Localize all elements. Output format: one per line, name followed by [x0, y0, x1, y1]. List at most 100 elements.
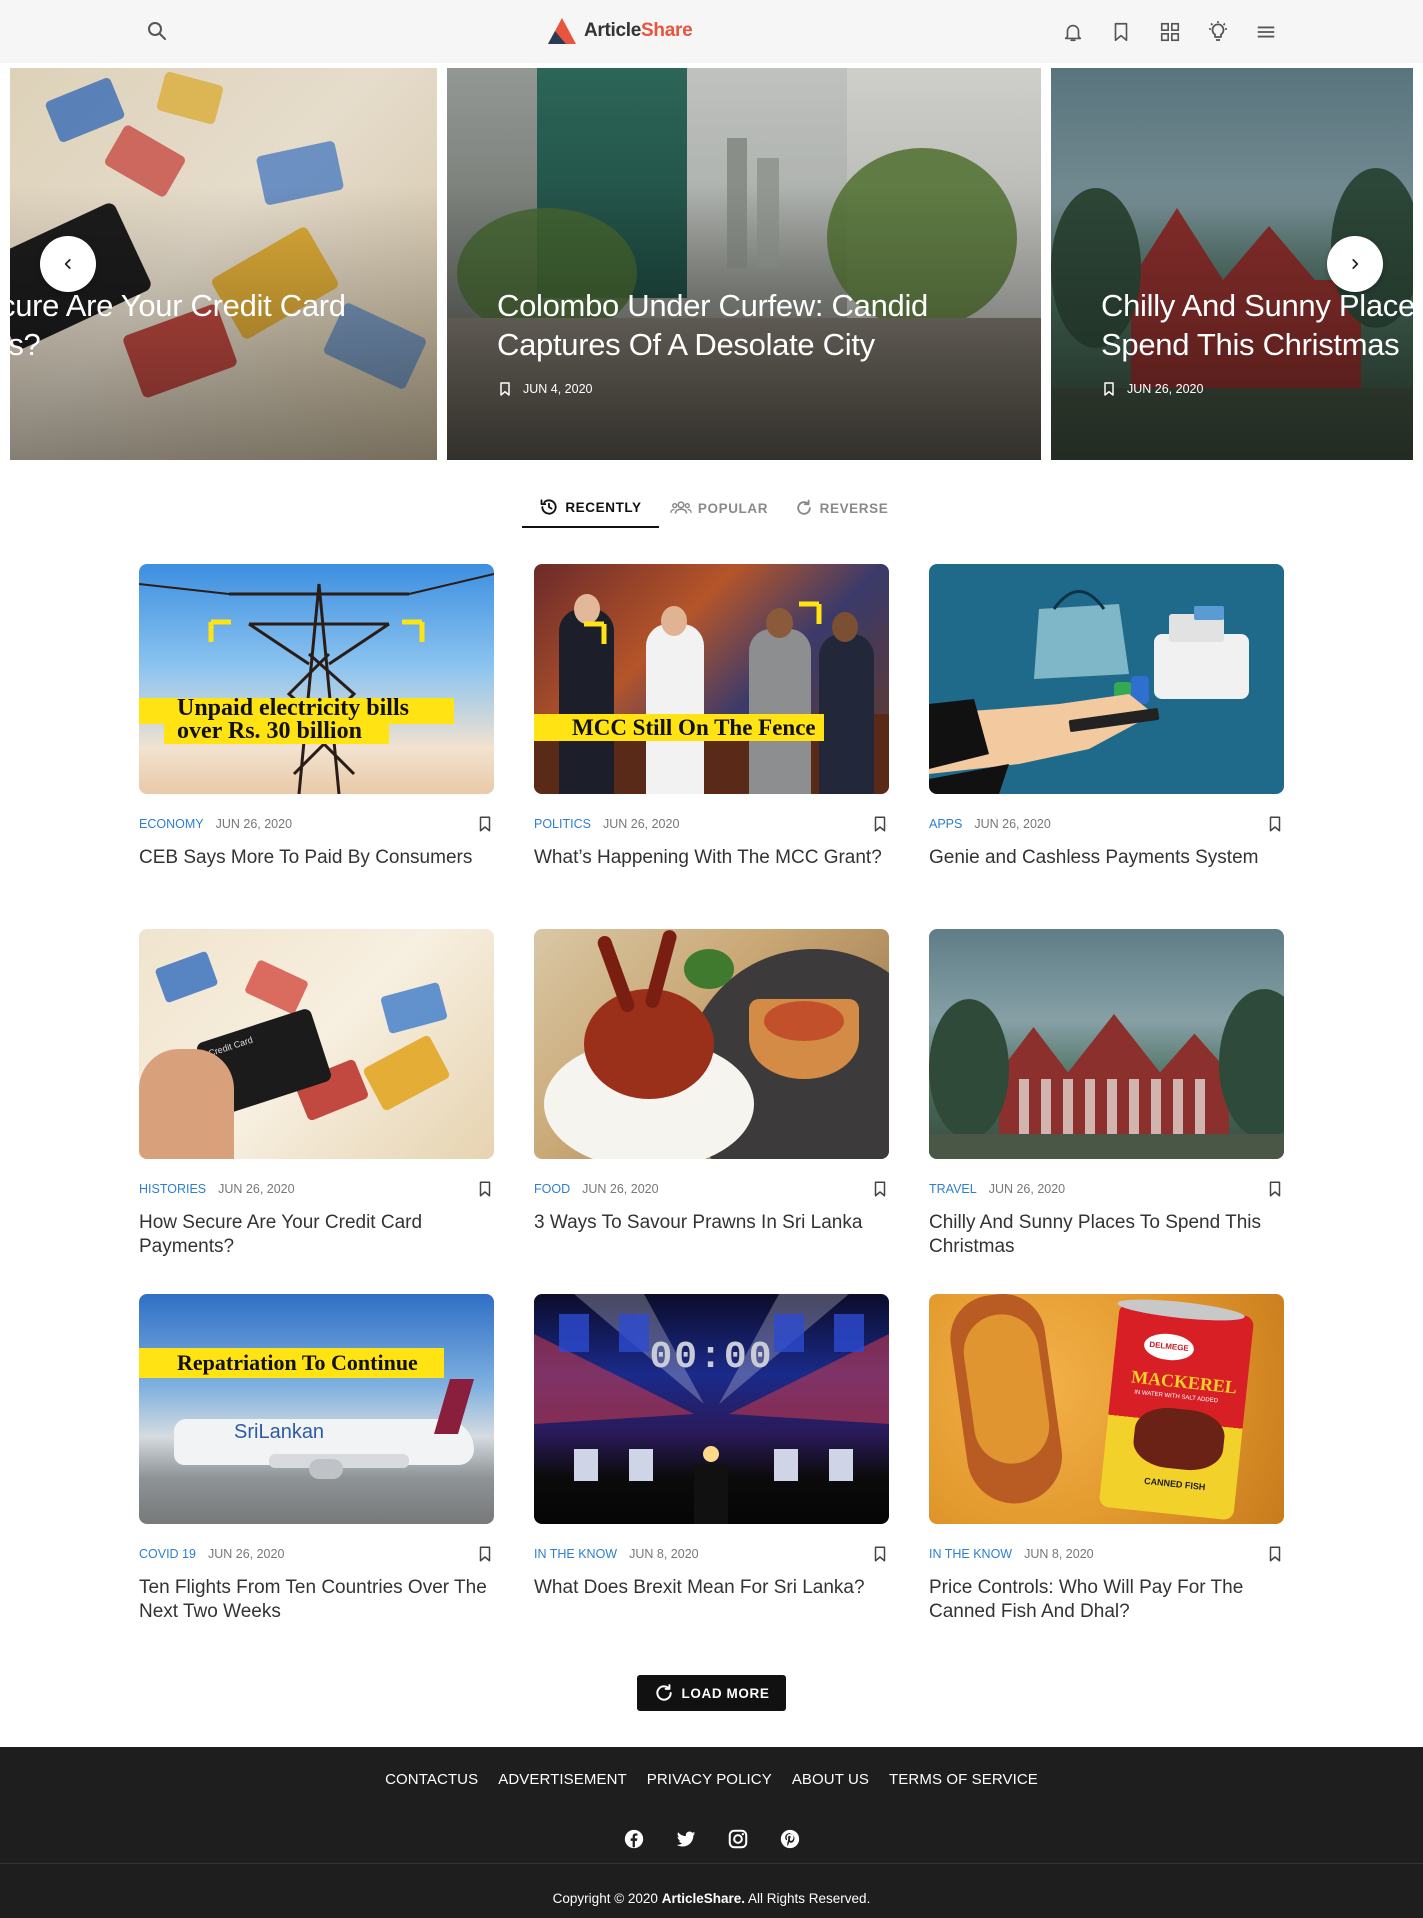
history-icon: [540, 499, 557, 515]
bookmark-icon[interactable]: [1266, 815, 1284, 833]
brand-name: ArticleShare: [584, 20, 693, 41]
footer-link-terms-of-service[interactable]: TERMS OF SERVICE: [889, 1771, 1038, 1788]
article-image[interactable]: Credit Card: [139, 929, 494, 1159]
article-meta: IN THE KNOW JUN 8, 2020: [929, 1546, 1284, 1562]
category-link[interactable]: FOOD: [534, 1182, 570, 1196]
article-meta: TRAVEL JUN 26, 2020: [929, 1181, 1284, 1197]
article-image[interactable]: [929, 564, 1284, 794]
twitter-icon[interactable]: [675, 1828, 697, 1850]
bookmark-icon[interactable]: [871, 1180, 889, 1198]
footer-link-privacy-policy[interactable]: PRIVACY POLICY: [647, 1771, 772, 1788]
menu-icon[interactable]: [1253, 19, 1279, 45]
category-link[interactable]: APPS: [929, 817, 962, 831]
article-card[interactable]: Credit Card HISTORIES JUN 26, 2020 How S…: [139, 929, 494, 1259]
carousel-next-button[interactable]: [1327, 236, 1383, 292]
bookmark-icon[interactable]: [1266, 1545, 1284, 1563]
footer-link-contactus[interactable]: CONTACTUS: [385, 1771, 478, 1788]
article-title[interactable]: 3 Ways To Savour Prawns In Sri Lanka: [534, 1211, 889, 1235]
article-card[interactable]: DELMEGE MACKEREL IN WATER WITH SALT ADDE…: [929, 1294, 1284, 1624]
slide-date: JUN 4, 2020: [523, 382, 593, 396]
pinterest-icon[interactable]: [779, 1828, 801, 1850]
category-link[interactable]: ECONOMY: [139, 817, 204, 831]
bell-icon[interactable]: [1060, 19, 1086, 45]
bookmark-icon[interactable]: [476, 1545, 494, 1563]
slide-date: JUN 26, 2020: [1127, 382, 1204, 396]
article-image[interactable]: Repatriation To Continue SriLankan: [139, 1294, 494, 1524]
category-link[interactable]: IN THE KNOW: [929, 1547, 1012, 1561]
footer-link-advertisement[interactable]: ADVERTISEMENT: [498, 1771, 627, 1788]
image-caption: 00:00: [649, 1336, 774, 1379]
tab-recently[interactable]: RECENTLY: [522, 488, 659, 528]
article-title[interactable]: Ten Flights From Ten Countries Over The …: [139, 1576, 494, 1624]
load-more-button[interactable]: LOAD MORE: [637, 1675, 786, 1711]
article-title[interactable]: What’s Happening With The MCC Grant?: [534, 846, 889, 870]
article-title[interactable]: How Secure Are Your Credit Card Payments…: [139, 1211, 494, 1259]
lightbulb-icon[interactable]: [1205, 19, 1231, 45]
article-card[interactable]: 00:00 IN THE KNOW JUN 8, 2020 What Does …: [534, 1294, 889, 1600]
article-image[interactable]: Unpaid electricity bills over Rs. 30 bil…: [139, 564, 494, 794]
article-title[interactable]: Genie and Cashless Payments System: [929, 846, 1284, 870]
article-image[interactable]: DELMEGE MACKEREL IN WATER WITH SALT ADDE…: [929, 1294, 1284, 1524]
tab-popular[interactable]: POPULAR: [659, 488, 779, 528]
slide-meta: JUN 26, 2020: [1101, 380, 1203, 398]
bookmark-icon[interactable]: [1101, 380, 1117, 398]
article-card[interactable]: APPS JUN 26, 2020 Genie and Cashless Pay…: [929, 564, 1284, 870]
bookmark-icon[interactable]: [1108, 19, 1134, 45]
article-image[interactable]: [929, 929, 1284, 1159]
slide-title[interactable]: Colombo Under Curfew: Candid Captures Of…: [497, 286, 1017, 364]
article-date: JUN 26, 2020: [988, 1182, 1066, 1196]
carousel-slide[interactable]: Colombo Under Curfew: Candid Captures Of…: [447, 68, 1041, 460]
search-icon[interactable]: [145, 19, 169, 43]
refresh-icon: [796, 499, 811, 515]
article-date: JUN 26, 2020: [218, 1182, 295, 1196]
slide-title[interactable]: cure Are Your Credit Card ts?: [10, 286, 437, 364]
bookmark-icon[interactable]: [1266, 1180, 1284, 1198]
carousel-prev-button[interactable]: [40, 236, 96, 292]
article-image[interactable]: [534, 929, 889, 1159]
article-card[interactable]: MCC Still On The Fence POLITICS JUN 26, …: [534, 564, 889, 870]
article-title[interactable]: What Does Brexit Mean For Sri Lanka?: [534, 1576, 889, 1600]
footer-links: CONTACTUS ADVERTISEMENT PRIVACY POLICY A…: [0, 1771, 1423, 1788]
article-card[interactable]: TRAVEL JUN 26, 2020 Chilly And Sunny Pla…: [929, 929, 1284, 1259]
instagram-icon[interactable]: [727, 1828, 749, 1850]
category-link[interactable]: HISTORIES: [139, 1182, 206, 1196]
bookmark-icon[interactable]: [476, 1180, 494, 1198]
article-meta: COVID 19 JUN 26, 2020: [139, 1546, 494, 1562]
article-card[interactable]: FOOD JUN 26, 2020 3 Ways To Savour Prawn…: [534, 929, 889, 1235]
refresh-icon: [655, 1684, 672, 1701]
article-card[interactable]: Repatriation To Continue SriLankan COVID…: [139, 1294, 494, 1624]
social-links: [0, 1828, 1423, 1850]
featured-carousel: cure Are Your Credit Card ts? Colombo Un…: [0, 68, 1423, 460]
article-image[interactable]: 00:00: [534, 1294, 889, 1524]
article-date: JUN 26, 2020: [582, 1182, 659, 1196]
category-link[interactable]: IN THE KNOW: [534, 1547, 617, 1561]
people-icon: [669, 501, 692, 514]
article-meta: POLITICS JUN 26, 2020: [534, 816, 889, 832]
category-link[interactable]: POLITICS: [534, 817, 591, 831]
category-link[interactable]: COVID 19: [139, 1547, 196, 1561]
footer-link-about-us[interactable]: ABOUT US: [792, 1771, 869, 1788]
image-caption: Unpaid electricity bills over Rs. 30 bil…: [177, 695, 409, 744]
image-caption: Repatriation To Continue: [177, 1350, 418, 1375]
chevron-left-icon: [64, 259, 71, 269]
slide-title[interactable]: Chilly And Sunny Place Spend This Christ…: [1101, 286, 1413, 364]
article-image[interactable]: MCC Still On The Fence: [534, 564, 889, 794]
bookmark-icon[interactable]: [476, 815, 494, 833]
category-link[interactable]: TRAVEL: [929, 1182, 977, 1196]
brand-logo[interactable]: ArticleShare: [546, 15, 693, 47]
top-header: ArticleShare: [0, 0, 1423, 63]
facebook-icon[interactable]: [623, 1828, 645, 1850]
article-card[interactable]: Unpaid electricity bills over Rs. 30 bil…: [139, 564, 494, 870]
article-title[interactable]: CEB Says More To Paid By Consumers: [139, 846, 494, 870]
article-title[interactable]: Chilly And Sunny Places To Spend This Ch…: [929, 1211, 1284, 1259]
chevron-right-icon: [1352, 259, 1359, 269]
article-date: JUN 26, 2020: [207, 1547, 285, 1561]
article-date: JUN 8, 2020: [629, 1547, 699, 1561]
bookmark-icon[interactable]: [871, 815, 889, 833]
article-title[interactable]: Price Controls: Who Will Pay For The Can…: [929, 1576, 1284, 1624]
bookmark-icon[interactable]: [497, 380, 513, 398]
tab-reverse[interactable]: REVERSE: [779, 488, 903, 528]
grid-icon[interactable]: [1157, 19, 1183, 45]
bookmark-icon[interactable]: [871, 1545, 889, 1563]
copyright-text: Copyright © 2020 ArticleShare. All Right…: [552, 1891, 871, 1906]
